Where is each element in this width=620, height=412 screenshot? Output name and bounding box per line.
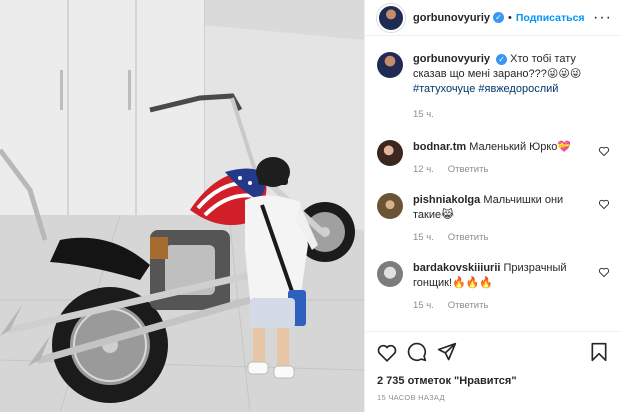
heart-icon[interactable] bbox=[598, 267, 610, 277]
comment-item: bardakovskiiiurii Призрачный гонщик!🔥🔥🔥 … bbox=[365, 253, 620, 313]
motorcycle-photo-illustration bbox=[0, 0, 364, 412]
reply-button[interactable]: Ответить bbox=[448, 300, 489, 311]
post-sidebar: gorbunovyuriy ✓ • Подписаться ··· gorbun… bbox=[364, 0, 620, 412]
caption-time[interactable]: 15 ч. bbox=[413, 109, 434, 120]
caption-hashtags[interactable]: #татухочуце #явжедорослий bbox=[413, 83, 558, 95]
more-options-icon[interactable]: ··· bbox=[593, 9, 612, 27]
comment-time[interactable]: 15 ч. bbox=[413, 300, 434, 311]
comment-username[interactable]: bardakovskiiiurii bbox=[413, 262, 500, 274]
likes-count[interactable]: 2 735 отметок "Нравится" bbox=[377, 375, 608, 387]
post-age[interactable]: 15 часов назад bbox=[377, 393, 608, 402]
post-header: gorbunovyuriy ✓ • Подписаться ··· bbox=[365, 0, 620, 36]
author-username[interactable]: gorbunovyuriy bbox=[413, 12, 490, 24]
action-bar bbox=[377, 340, 608, 364]
comment-item: bodnar.tm Маленький Юрко💝 12 ч. Ответить bbox=[365, 132, 620, 177]
comment-time[interactable]: 15 ч. bbox=[413, 232, 434, 243]
comment-username[interactable]: pishniakolga bbox=[413, 194, 480, 206]
separator-dot: • bbox=[508, 11, 512, 24]
comments-list: gorbunovyuriy ✓ Хто тобі тату сказав що … bbox=[365, 44, 620, 331]
heart-icon[interactable] bbox=[377, 343, 397, 362]
post-photo[interactable] bbox=[0, 0, 364, 412]
share-icon[interactable] bbox=[437, 342, 457, 362]
commenter-avatar[interactable] bbox=[377, 193, 403, 219]
author-avatar-small[interactable] bbox=[377, 52, 403, 78]
caption: gorbunovyuriy ✓ Хто тобі тату сказав що … bbox=[365, 44, 620, 122]
bookmark-icon[interactable] bbox=[590, 342, 608, 362]
heart-icon[interactable] bbox=[598, 146, 610, 156]
comment-username[interactable]: bodnar.tm bbox=[413, 141, 466, 153]
verified-badge-icon: ✓ bbox=[493, 12, 505, 23]
follow-button[interactable]: Подписаться bbox=[516, 12, 585, 24]
author-avatar[interactable] bbox=[377, 3, 405, 32]
comment-icon[interactable] bbox=[407, 342, 427, 362]
comment-item: pishniakolga Мальчишки они такие😹 15 ч. О… bbox=[365, 185, 620, 245]
caption-author[interactable]: gorbunovyuriy bbox=[413, 53, 490, 65]
commenter-avatar[interactable] bbox=[377, 140, 403, 166]
heart-icon[interactable] bbox=[598, 199, 610, 209]
reply-button[interactable]: Ответить bbox=[448, 164, 489, 175]
reply-button[interactable]: Ответить bbox=[448, 232, 489, 243]
verified-badge-icon: ✓ bbox=[496, 54, 508, 65]
commenter-avatar[interactable] bbox=[377, 261, 403, 287]
comment-text: Маленький Юрко💝 bbox=[469, 141, 572, 153]
comment-time[interactable]: 12 ч. bbox=[413, 164, 434, 175]
post-footer: 2 735 отметок "Нравится" 15 часов назад bbox=[365, 331, 620, 410]
